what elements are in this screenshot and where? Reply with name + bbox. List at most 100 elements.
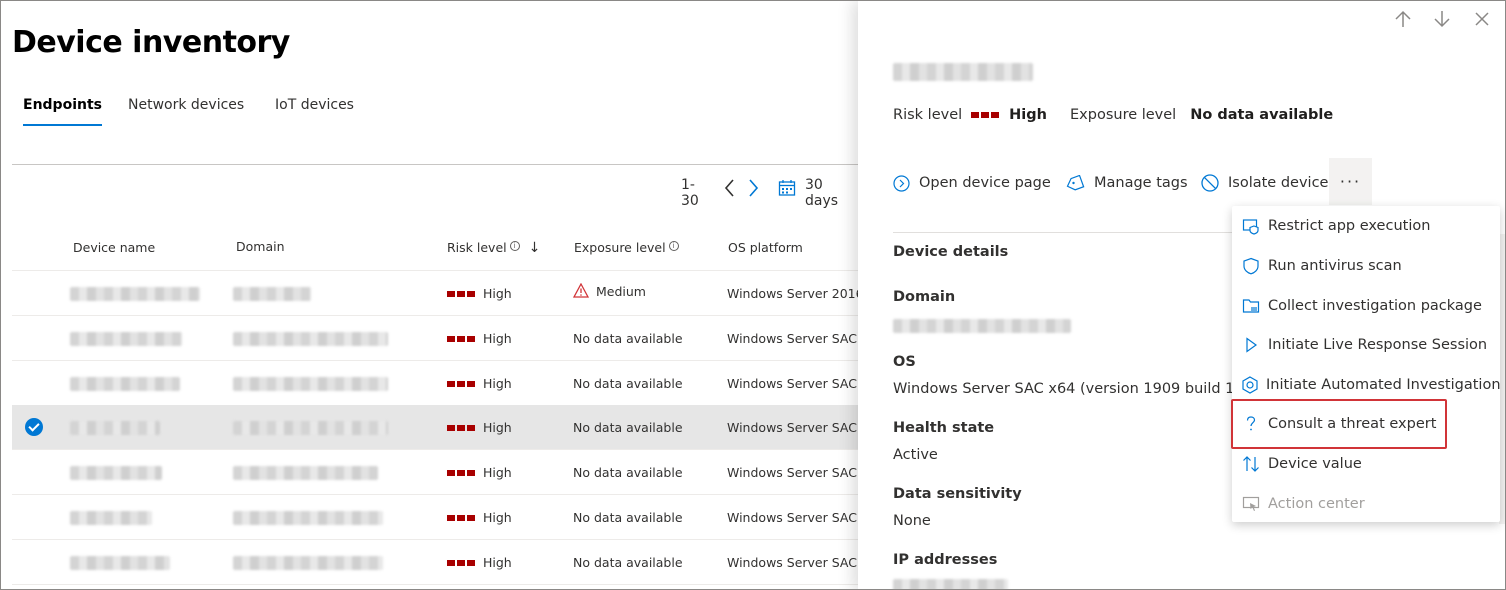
automated-investigation-icon (1241, 375, 1259, 395)
device-name-heading-redacted (893, 63, 1033, 81)
risk-level-bars (447, 380, 475, 387)
risk-level-value: High (483, 286, 512, 301)
manage-tags-label: Manage tags (1094, 175, 1188, 191)
open-device-page-label: Open device page (919, 175, 1051, 191)
table-row[interactable]: High Medium Windows Server 2016 (12, 269, 864, 316)
play-icon (1241, 335, 1261, 355)
exposure-level-value: No data available (573, 555, 683, 570)
menu-item-run-antivirus-scan[interactable]: Run antivirus scan (1232, 249, 1500, 283)
action-center-icon (1241, 494, 1261, 514)
isolate-device-button[interactable]: Isolate device (1201, 171, 1328, 195)
previous-item-icon[interactable] (1392, 9, 1414, 31)
table-row[interactable]: High No data available Windows Server SA… (12, 316, 858, 361)
panel-divider (893, 232, 1238, 233)
device-name-redacted (70, 555, 170, 570)
page-title: Device inventory (12, 25, 290, 60)
column-header-domain[interactable]: Domain (236, 239, 285, 254)
ip-address-redacted (893, 579, 1008, 589)
column-header-device-name[interactable]: Device name (73, 240, 155, 255)
exposure-level-header-label: Exposure level (574, 240, 666, 255)
exposure-level-value: No data available (573, 420, 683, 435)
menu-item-collect-investigation-package[interactable]: Collect investigation package (1232, 289, 1500, 323)
os-platform-value: Windows Server 2016 (727, 286, 864, 301)
next-item-icon[interactable] (1431, 9, 1453, 31)
sort-descending-icon[interactable]: ↓ (529, 240, 541, 256)
domain-redacted (233, 465, 378, 480)
info-icon: i (668, 241, 679, 251)
risk-level-value: High (483, 510, 512, 525)
domain-redacted (233, 555, 383, 570)
os-platform-value: Windows Server SAC (727, 376, 857, 391)
open-page-icon (893, 174, 910, 192)
os-platform-value: Windows Server SAC (727, 331, 857, 346)
next-page-icon[interactable] (746, 178, 760, 202)
menu-item-initiate-automated-investigation[interactable]: Initiate Automated Investigation (1232, 368, 1501, 402)
tab-network-devices[interactable]: Network devices (128, 97, 244, 127)
more-actions-menu: Restrict app execution Run antivirus sca… (1232, 206, 1501, 522)
sort-arrows-icon (1241, 454, 1261, 474)
column-header-risk-level[interactable]: Risk level i ↓ (447, 240, 540, 256)
risk-level-cell: High (447, 361, 512, 406)
risk-level-cell: High (447, 540, 512, 585)
table-row[interactable]: High No data available Windows Server SA… (12, 450, 858, 495)
restrict-app-icon (1241, 216, 1261, 236)
exposure-level-label: Exposure level (1070, 107, 1177, 123)
tab-endpoints-label: Endpoints (23, 97, 102, 113)
period-selector[interactable]: 30 days (805, 177, 838, 209)
tab-endpoints[interactable]: Endpoints (23, 97, 102, 127)
risk-level-value: High (483, 331, 512, 346)
domain-value-redacted (893, 319, 1071, 333)
menu-item-label: Run antivirus scan (1268, 258, 1402, 274)
os-platform-value: Windows Server SAC (727, 555, 857, 570)
exposure-level-value: No data available (1190, 107, 1334, 123)
tab-iot-devices[interactable]: IoT devices (275, 97, 354, 127)
column-header-os-platform[interactable]: OS platform (728, 240, 803, 255)
domain-redacted (233, 420, 388, 435)
calendar-icon[interactable] (778, 179, 796, 201)
folder-collect-icon (1241, 296, 1261, 316)
table-row[interactable]: High No data available Windows Server SA… (12, 361, 858, 406)
panel-exposure-level: Exposure level No data available (1070, 107, 1333, 123)
more-actions-button[interactable]: ··· (1329, 158, 1372, 205)
risk-level-bars (447, 335, 475, 342)
close-icon[interactable] (1471, 9, 1493, 31)
menu-item-device-value[interactable]: Device value (1232, 447, 1500, 481)
table-row[interactable]: High No data available Windows Server SA… (12, 540, 858, 585)
manage-tags-button[interactable]: Manage tags (1065, 171, 1188, 195)
domain-redacted (233, 286, 311, 301)
risk-level-cell: High (447, 450, 512, 495)
table-row-selected[interactable]: High No data available Windows Server SA… (12, 405, 858, 450)
risk-level-value: High (483, 465, 512, 480)
table-row[interactable]: High No data available Windows Server SA… (12, 495, 858, 540)
panel-risk-level: Risk level High (893, 107, 1047, 123)
domain-redacted (233, 376, 388, 391)
info-icon: i (509, 241, 520, 251)
os-label: OS (893, 354, 916, 370)
column-header-exposure-level[interactable]: Exposure level i (574, 240, 679, 255)
domain-redacted (233, 331, 388, 346)
risk-level-bars (447, 559, 475, 566)
risk-level-bars (447, 469, 475, 476)
app-frame: Device inventory Endpoints Network devic… (0, 0, 1506, 590)
block-icon (1201, 174, 1219, 192)
prev-page-icon[interactable] (723, 178, 737, 202)
risk-level-cell: High (447, 405, 512, 450)
exposure-level-cell: Medium (572, 269, 646, 314)
menu-item-label: Action center (1268, 496, 1365, 512)
open-device-page-button[interactable]: Open device page (893, 171, 1051, 195)
risk-level-value: High (483, 555, 512, 570)
device-name-redacted (70, 286, 200, 301)
menu-item-label: Initiate Automated Investigation (1266, 377, 1501, 393)
risk-level-value: High (483, 420, 512, 435)
tag-icon (1066, 174, 1085, 190)
data-sensitivity-value: None (893, 513, 931, 529)
risk-level-bars (447, 290, 475, 297)
domain-label: Domain (893, 289, 956, 305)
exposure-level-value: No data available (573, 376, 683, 391)
menu-item-initiate-live-response-session[interactable]: Initiate Live Response Session (1232, 328, 1500, 362)
row-selected-checkmark-icon[interactable] (25, 418, 43, 436)
menu-item-restrict-app-execution[interactable]: Restrict app execution (1232, 209, 1500, 243)
warning-icon (572, 282, 590, 301)
device-name-redacted (70, 331, 182, 346)
risk-level-header-label: Risk level (447, 240, 507, 255)
